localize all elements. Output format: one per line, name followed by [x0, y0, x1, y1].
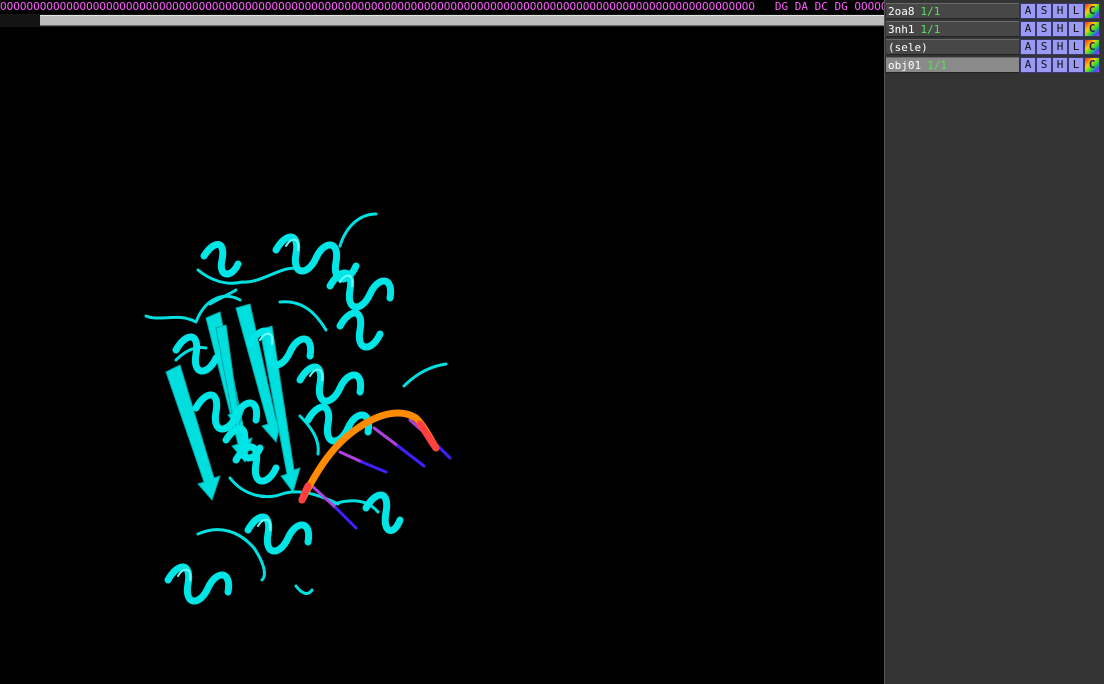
- action-button[interactable]: A: [1020, 21, 1036, 37]
- hide-button[interactable]: H: [1052, 3, 1068, 19]
- object-name: (sele): [888, 41, 928, 54]
- color-button[interactable]: C: [1084, 57, 1100, 73]
- show-button[interactable]: S: [1036, 3, 1052, 19]
- label-button[interactable]: L: [1068, 3, 1084, 19]
- sequence-segment[interactable]: OOOOOOOOOOOOOOOOOOOOOOOOOOOOOOOOOOOOOOOO…: [0, 0, 755, 14]
- label-button[interactable]: L: [1068, 21, 1084, 37]
- object-name-button[interactable]: (sele): [886, 39, 1019, 55]
- hide-button[interactable]: H: [1052, 39, 1068, 55]
- label-button[interactable]: L: [1068, 39, 1084, 55]
- object-state: 1/1: [920, 5, 941, 18]
- object-state: 1/1: [927, 59, 947, 72]
- protein-cartoon: [144, 212, 448, 605]
- action-button[interactable]: A: [1020, 3, 1036, 19]
- 3d-viewport[interactable]: OOOOOOOOOOOOOOOOOOOOOOOOOOOOOOOOOOOOOOOO…: [0, 0, 884, 684]
- object-row[interactable]: 2oa8 1/1 A S H L C: [886, 3, 1104, 19]
- action-button[interactable]: A: [1020, 57, 1036, 73]
- color-button[interactable]: C: [1084, 3, 1100, 19]
- show-button[interactable]: S: [1036, 21, 1052, 37]
- hide-button[interactable]: H: [1052, 57, 1068, 73]
- sequence-scrollbar[interactable]: [0, 14, 884, 27]
- color-button[interactable]: C: [1084, 21, 1100, 37]
- action-button[interactable]: A: [1020, 39, 1036, 55]
- show-button[interactable]: S: [1036, 39, 1052, 55]
- color-button[interactable]: C: [1084, 39, 1100, 55]
- object-row[interactable]: 3nh1 1/1 A S H L C: [886, 21, 1104, 37]
- label-button[interactable]: L: [1068, 57, 1084, 73]
- object-name: 3nh1: [888, 23, 915, 36]
- beta-sheet: [165, 303, 301, 501]
- dna-backbone-terminal: [416, 420, 440, 452]
- hide-button[interactable]: H: [1052, 21, 1068, 37]
- molecule-render[interactable]: [0, 27, 884, 684]
- sequence-scrollbar-thumb[interactable]: [40, 15, 884, 26]
- dna-backbone-terminal-start: [298, 482, 312, 504]
- sequence-viewer[interactable]: OOOOOOOOOOOOOOOOOOOOOOOOOOOOOOOOOOOOOOOO…: [0, 0, 884, 14]
- object-name-button[interactable]: obj01 1/1: [886, 57, 1019, 73]
- object-row[interactable]: obj01 1/1 A S H L C: [886, 57, 1104, 73]
- object-name: 2oa8: [888, 5, 915, 18]
- object-row[interactable]: (sele) A S H L C: [886, 39, 1104, 55]
- sequence-segment[interactable]: DG DA DC DG: [755, 0, 854, 14]
- object-name: obj01: [888, 59, 922, 72]
- sequence-segment[interactable]: OOOOOOOOO: [854, 0, 884, 14]
- object-state: 1/1: [920, 23, 941, 36]
- object-panel: 2oa8 1/1 A S H L C 3nh1 1/1 A S H L C (sele) A S H L Cobj01…: [884, 0, 1104, 684]
- object-name-button[interactable]: 3nh1 1/1: [886, 21, 1019, 37]
- show-button[interactable]: S: [1036, 57, 1052, 73]
- object-name-button[interactable]: 2oa8 1/1: [886, 3, 1019, 19]
